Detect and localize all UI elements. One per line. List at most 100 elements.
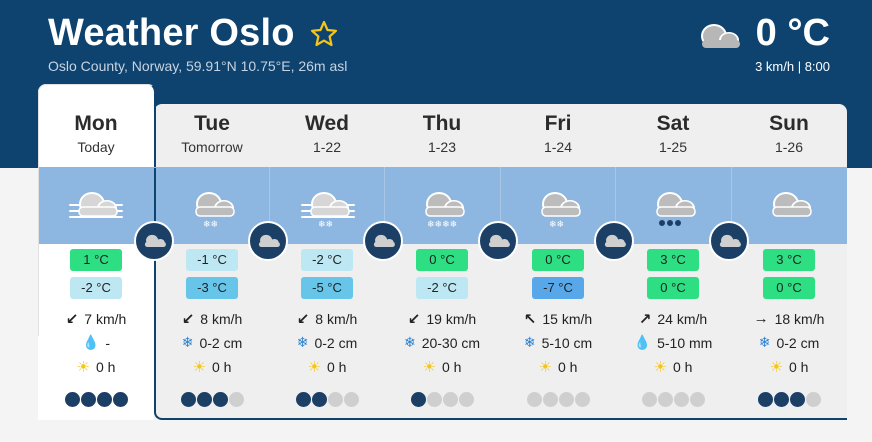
page-title: Weather Oslo [48, 12, 295, 54]
wind-speed: 18 km/h [774, 310, 825, 327]
fog-cloud-icon: ❄❄ [301, 192, 355, 230]
score-icon [228, 392, 244, 407]
snow-cloud-icon: ❄❄ [541, 192, 581, 230]
wind-speed: 8 km/h [200, 311, 243, 327]
day-date: 1-25 [658, 139, 688, 155]
score-icon [112, 392, 128, 407]
precip-amount: 0-2 cm [314, 334, 358, 351]
max-temp: 3 °C [647, 249, 699, 271]
wind-speed: 19 km/h [426, 311, 477, 327]
night-weather-icon [478, 221, 518, 261]
day-name: Sun [769, 112, 809, 135]
precip-row: ❄ 5-10 cm [500, 334, 616, 351]
sun-hours-row: ☀ 0 h [154, 358, 270, 376]
sun-hours-row: ☀ 0 h [269, 358, 385, 376]
current-temperature: 0 °C [755, 12, 830, 54]
score-icon [410, 392, 426, 407]
sun-hours: 0 h [557, 359, 578, 375]
score-icon [96, 392, 112, 407]
score-icon [574, 392, 590, 407]
min-temp: -2 °C [70, 277, 122, 299]
wind-arrow-icon: ↙ [296, 311, 310, 328]
precip-amount: 0-2 cm [199, 334, 243, 351]
score-icon [295, 392, 311, 407]
precip-amount: 5-10 cm [541, 334, 593, 351]
sun-hours-row: ☀ 0 h [731, 358, 847, 376]
precip-row: ❄ 0-2 cm [154, 334, 270, 351]
current-details: 3 km/h | 8:00 [755, 59, 830, 74]
precip-row: ❄ 20-30 cm [384, 334, 500, 351]
score-icon [196, 392, 212, 407]
sun-icon: ☀ [538, 359, 552, 376]
day-name: Mon [74, 112, 118, 135]
day-date: 1-22 [312, 139, 342, 155]
sun-hours-row: ☀ 0 h [615, 358, 731, 376]
score-icon [327, 392, 343, 407]
day-name: Sat [656, 112, 690, 135]
precip-amount: 20-30 cm [421, 334, 481, 351]
precip-row: 💧 - [38, 334, 154, 351]
score-icons [384, 392, 500, 407]
sun-hours: 0 h [672, 359, 693, 375]
score-icon [426, 392, 442, 407]
sun-hours: 0 h [211, 359, 232, 375]
wind-speed: 7 km/h [84, 311, 127, 327]
score-icon [526, 392, 542, 407]
sun-icon: ☀ [769, 359, 783, 376]
wind-row: ↙ 8 km/h [269, 310, 385, 328]
score-icon [641, 392, 657, 407]
precip-amount: - [105, 334, 111, 351]
wind-arrow-icon: ↙ [65, 311, 79, 328]
score-icon [458, 392, 474, 407]
score-icon [689, 392, 705, 407]
svg-text:❄❄: ❄❄ [318, 220, 333, 230]
score-icon [789, 392, 805, 407]
wind-arrow-icon: → [753, 310, 769, 327]
sun-hours: 0 h [326, 359, 347, 375]
snowflake-icon: ❄ [523, 334, 536, 350]
min-temp: 0 °C [763, 277, 815, 299]
day-name: Fri [544, 112, 572, 135]
min-temp: 0 °C [647, 277, 699, 299]
day-date: 1-23 [427, 139, 457, 155]
sun-hours: 0 h [441, 359, 462, 375]
cloud-icon [700, 23, 740, 48]
day-date: 1-24 [543, 139, 573, 155]
score-icon [180, 392, 196, 407]
current-time: | 8:00 [797, 59, 830, 74]
wind-row: ↙ 8 km/h [154, 310, 270, 328]
wind-arrow-icon: ↙ [181, 311, 195, 328]
score-icon [442, 392, 458, 407]
precip-row: 💧 5-10 mm [615, 334, 731, 351]
snowflake-icon: ❄ [758, 334, 771, 350]
min-temp: -2 °C [416, 277, 468, 299]
day-name: Thu [422, 112, 462, 135]
score-icon [343, 392, 359, 407]
drop-icon: 💧 [633, 334, 652, 350]
score-icon [757, 392, 773, 407]
score-icon [212, 392, 228, 407]
score-icons [731, 392, 847, 407]
wind-speed: 15 km/h [542, 311, 593, 327]
wind-speed: 24 km/h [657, 311, 708, 327]
score-icons [38, 392, 154, 407]
day-date: Today [77, 139, 115, 155]
wind-row: ↙ 7 km/h [38, 310, 154, 328]
score-icon [80, 392, 96, 407]
max-temp: 1 °C [70, 249, 122, 271]
drop-icon: 💧 [81, 334, 100, 350]
min-temp: -5 °C [301, 277, 353, 299]
sun-hours-row: ☀ 0 h [384, 358, 500, 376]
score-icon [805, 392, 821, 407]
score-icon [673, 392, 689, 407]
night-weather-icon [594, 221, 634, 261]
day-date: 1-26 [774, 139, 804, 155]
svg-text:❄❄: ❄❄ [549, 220, 564, 230]
score-icons [154, 392, 270, 407]
night-weather-icon [134, 221, 174, 261]
star-outline-icon[interactable] [309, 19, 339, 49]
wind-speed: 8 km/h [315, 311, 358, 327]
snowflake-icon: ❄ [403, 334, 416, 350]
wind-row: → 18 km/h [731, 310, 847, 327]
day-name: Tue [194, 112, 230, 135]
